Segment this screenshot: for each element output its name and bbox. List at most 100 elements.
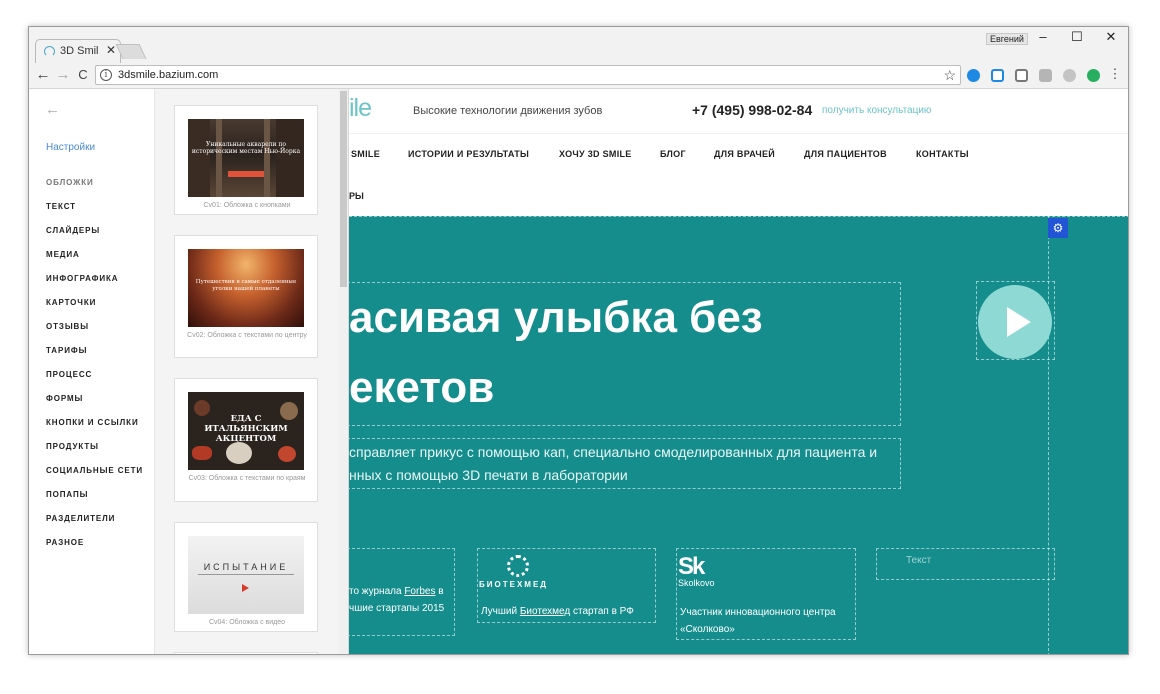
category-item[interactable]: МЕДИА [46, 250, 143, 274]
biotechmed-name: БИОТЕХМЕД [479, 580, 548, 589]
thumbnail-card-cv01[interactable]: Уникальные акварели по историческим мест… [174, 105, 318, 215]
category-item[interactable]: ПРОЦЕСС [46, 370, 143, 394]
profile-name-badge[interactable]: Евгений [986, 33, 1028, 45]
menu-item-for-patients[interactable]: ДЛЯ ПАЦИЕНТОВ [804, 149, 887, 159]
hero-subtitle[interactable]: справляет прикус с помощью кап, специаль… [349, 441, 877, 487]
category-item[interactable]: РАЗДЕЛИТЕЛИ [46, 514, 143, 538]
category-item[interactable]: ИНФОГРАФИКА [46, 274, 143, 298]
video-play-icon [242, 584, 249, 592]
back-arrow-icon[interactable]: ← [45, 101, 60, 118]
settings-link[interactable]: Настройки [46, 142, 95, 153]
skolkovo-name: Skolkovo [678, 578, 715, 588]
category-item[interactable]: КАРТОЧКИ [46, 298, 143, 322]
thumbnail-image: ЕДА С ИТАЛЬЯНСКИМ АКЦЕНТОМ [188, 392, 304, 470]
category-item[interactable]: ОБЛОЖКИ [46, 178, 143, 202]
thumbnail-image-text: ИСПЫТАНИЕ [203, 562, 289, 572]
partner-biotechmed-text: Лучший Биотехмед стартап в РФ [481, 606, 634, 617]
biotechmed-link[interactable]: Биотехмед [520, 606, 570, 617]
play-icon [1007, 307, 1031, 337]
site-info-icon[interactable]: i [100, 69, 112, 81]
category-item[interactable]: СЛАЙДЕРЫ [46, 226, 143, 250]
site-logo[interactable]: ile [349, 94, 372, 123]
header-divider [349, 133, 1128, 134]
thumbnail-caption: Cv04: Обложка с видео [208, 619, 286, 626]
thumbnail-image-text: Уникальные акварели по историческим мест… [191, 141, 301, 155]
forward-button[interactable]: → [55, 66, 71, 83]
category-item[interactable]: ПОПАПЫ [46, 490, 143, 514]
partner-forbes-text: то журнала Forbes в чшие стартапы 2015 [349, 586, 445, 614]
thumbnail-image-text: Путешествия в самые отдаленные уголки на… [195, 279, 297, 292]
biotechmed-logo-icon [507, 555, 529, 577]
partner-skolkovo-text: Участник инновационного центра «Сколково… [680, 607, 836, 635]
extension-icon-1[interactable] [967, 69, 980, 82]
extension-icon-3[interactable] [1015, 69, 1028, 82]
category-list: ОБЛОЖКИ ТЕКСТ СЛАЙДЕРЫ МЕДИА ИНФОГРАФИКА КАРТ… [46, 178, 143, 562]
category-item[interactable]: РАЗНОЕ [46, 538, 143, 562]
extension-icon-6[interactable] [1087, 69, 1100, 82]
category-item[interactable]: СОЦИАЛЬНЫЕ СЕТИ [46, 466, 143, 490]
thumbnail-caption: Cv03: Обложка с текстами по краям [188, 475, 306, 482]
tab-favicon-icon [44, 46, 55, 57]
thumbnail-card-cv04[interactable]: ИСПЫТАНИЕ Cv04: Обложка с видео [174, 522, 318, 632]
menu-item-stories[interactable]: ИСТОРИИ И РЕЗУЛЬТАТЫ [408, 149, 529, 159]
maximize-button[interactable]: ☐ [1067, 29, 1087, 45]
page-viewport: ← Настройки ОБЛОЖКИ ТЕКСТ СЛАЙДЕРЫ МЕДИА ИНФ… [29, 89, 1128, 654]
thumbnail-card-cv03[interactable]: ЕДА С ИТАЛЬЯНСКИМ АКЦЕНТОМ Cv03: Обложка… [174, 378, 318, 502]
extension-icon-2[interactable] [991, 69, 1004, 82]
block-settings-gear-icon[interactable]: ⚙ [1048, 218, 1068, 238]
menu-item-blog[interactable]: БЛОГ [660, 149, 686, 159]
browser-toolbar: ← → C i 3dsmile.bazium.com ☆ ⋮ [29, 63, 1128, 89]
category-item[interactable]: КНОПКИ И ССЫЛКИ [46, 418, 143, 442]
category-item[interactable]: ФОРМЫ [46, 394, 143, 418]
close-window-button[interactable]: ✕ [1101, 29, 1121, 45]
hero-subtitle-line2: нных с помощью 3D печати в лаборатории [349, 467, 628, 483]
thumbnail-card-cv02[interactable]: Путешествия в самые отдаленные уголки на… [174, 235, 318, 358]
menu-item-want-3dsmile[interactable]: ХОЧУ 3D SMILE [559, 149, 632, 159]
video-play-button[interactable] [978, 285, 1052, 359]
bookmark-star-icon[interactable]: ☆ [943, 67, 956, 84]
site-phone[interactable]: +7 (495) 998-02-84 [692, 102, 812, 118]
category-item[interactable]: ТАРИФЫ [46, 346, 143, 370]
extension-icon-5[interactable] [1063, 69, 1076, 82]
hero-section: ⚙ асивая улыбка без екетов справляет при… [349, 216, 1128, 654]
hero-title-line2: екетов [349, 363, 495, 412]
text-placeholder[interactable]: Текст [906, 555, 931, 566]
tab-strip: 3D Smil ✕ Евгений – ☐ ✕ [29, 27, 1128, 63]
tab-title: 3D Smil [60, 45, 99, 57]
thumbnail-caption: Cv02: Обложка с текстами по центру [187, 332, 307, 339]
category-item[interactable]: ПРОДУКТЫ [46, 442, 143, 466]
category-item[interactable]: ОТЗЫВЫ [46, 322, 143, 346]
url-text[interactable]: 3dsmile.bazium.com [118, 69, 218, 81]
skolkovo-logo: Sk [678, 553, 705, 580]
hero-title-line1: асивая улыбка без [349, 293, 763, 342]
back-button[interactable]: ← [35, 66, 51, 83]
forbes-link[interactable]: Forbes [404, 586, 435, 597]
address-bar[interactable]: i 3dsmile.bazium.com ☆ [95, 65, 961, 85]
tab-3dsmile[interactable]: 3D Smil ✕ [35, 39, 121, 63]
menu-item-contacts[interactable]: КОНТАКТЫ [916, 149, 969, 159]
category-item[interactable]: ТЕКСТ [46, 202, 143, 226]
thumbnail-image-text: ЕДА С ИТАЛЬЯНСКИМ АКЦЕНТОМ [204, 414, 288, 444]
browser-menu-icon[interactable]: ⋮ [1107, 66, 1123, 82]
tab-close-icon[interactable]: ✕ [106, 43, 116, 57]
scrollbar-thumb[interactable] [340, 91, 347, 287]
extension-icon-4[interactable] [1039, 69, 1052, 82]
menu-item-smile[interactable]: SMILE [351, 149, 380, 159]
thumbnail-card-next[interactable] [174, 652, 318, 654]
site-tagline: Высокие технологии движения зубов [413, 105, 603, 117]
thumbnail-caption: Cv01: Обложка с кнопками [203, 202, 291, 209]
thumbnail-image: Путешествия в самые отдаленные уголки на… [188, 249, 304, 327]
block-thumbnails-panel: Уникальные акварели по историческим мест… [155, 89, 349, 654]
minimize-button[interactable]: – [1033, 29, 1053, 44]
thumbnail-image: Уникальные акварели по историческим мест… [188, 119, 304, 197]
reload-button[interactable]: C [75, 67, 91, 82]
menu-item-row2[interactable]: РЫ [349, 191, 364, 201]
consultation-link[interactable]: получить консультацию [822, 105, 931, 116]
block-outline-top [349, 216, 1128, 217]
hero-title[interactable]: асивая улыбка без екетов [349, 283, 763, 423]
menu-item-for-doctors[interactable]: ДЛЯ ВРАЧЕЙ [714, 149, 775, 159]
hero-subtitle-line1: справляет прикус с помощью кап, специаль… [349, 444, 878, 460]
partner-card-empty[interactable] [876, 548, 1055, 580]
thumbnails-scrollbar[interactable] [339, 89, 348, 654]
browser-window: 3D Smil ✕ Евгений – ☐ ✕ ← → C i 3dsmile.… [28, 26, 1129, 655]
